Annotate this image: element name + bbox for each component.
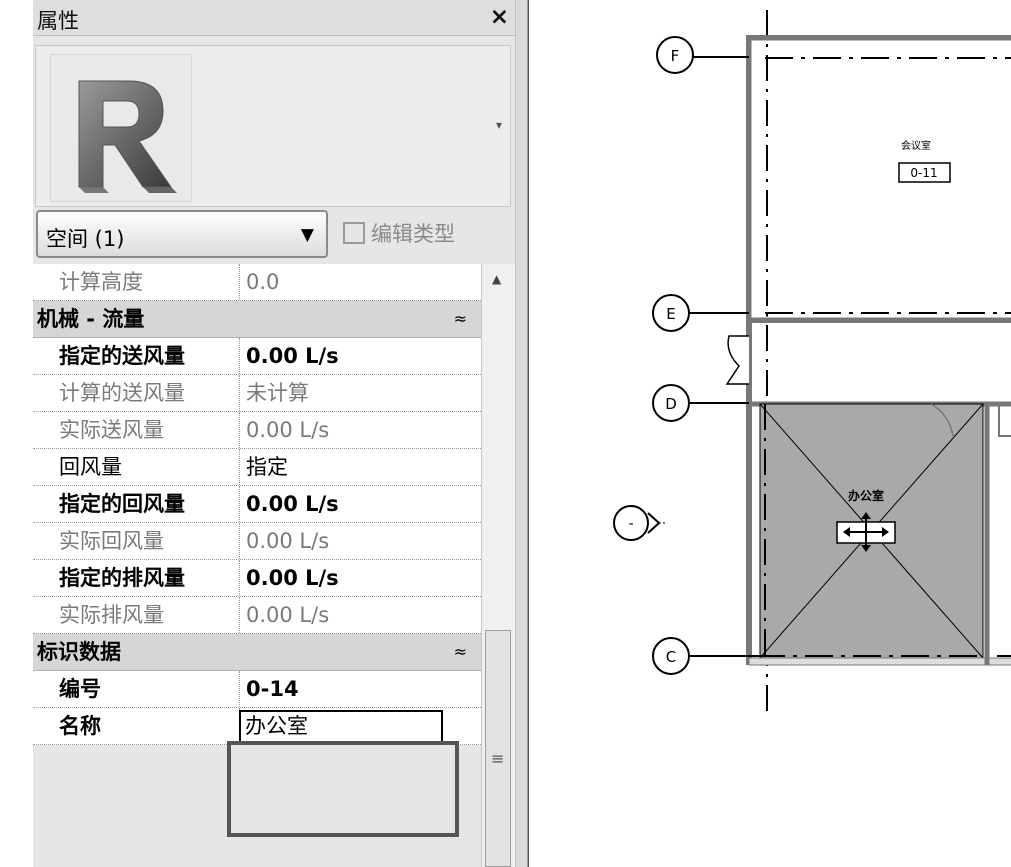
door-symbol	[725, 335, 749, 385]
property-value: 0.00 L/s	[246, 603, 330, 627]
property-name: 指定的送风量	[33, 338, 240, 374]
property-name: 编号	[33, 671, 240, 707]
close-icon[interactable]: ×	[490, 4, 509, 30]
properties-palette: 属性 × ▾ 空间 (1) ▼ 编辑类型 计算高度 0.0 机械 - 流量 ≈ …	[33, 0, 515, 867]
room-top-tag: 0-11	[910, 166, 937, 180]
left-margin	[0, 0, 33, 867]
scrollbar-thumb[interactable]: ≡	[485, 630, 511, 867]
revit-logo-icon	[50, 54, 192, 202]
property-row: 计算高度 0.0	[33, 264, 481, 301]
property-row[interactable]: 指定的排风量 0.00 L/s	[33, 560, 481, 597]
property-name: 回风量	[33, 449, 240, 485]
grid-label-new: -	[628, 516, 633, 532]
scroll-up-icon[interactable]: ▲	[492, 272, 501, 286]
grid-label-C: C	[666, 648, 676, 666]
property-row[interactable]: 指定的送风量 0.00 L/s	[33, 338, 481, 375]
collapse-icon[interactable]: ≈	[454, 634, 467, 670]
property-row: 计算的送风量 未计算	[33, 375, 481, 412]
edit-type-label: 编辑类型	[371, 222, 455, 246]
grid-label-F: F	[671, 47, 680, 65]
grid-label-D: D	[665, 395, 677, 413]
collapse-icon[interactable]: ≈	[454, 301, 467, 337]
property-name: 名称	[33, 708, 240, 744]
property-row: 实际送风量 0.00 L/s	[33, 412, 481, 449]
property-value: 未计算	[246, 381, 309, 405]
property-name: 指定的回风量	[33, 486, 240, 522]
property-value: 0.00 L/s	[246, 418, 330, 442]
property-row[interactable]: 编号 0-14	[33, 671, 481, 708]
property-row[interactable]: 名称 办公室	[33, 708, 481, 745]
drawing-canvas[interactable]: 会议室 0-11 办公室 F E D C -	[528, 0, 1011, 867]
properties-titlebar[interactable]: 属性 ×	[33, 0, 515, 36]
preview-dropdown-icon[interactable]: ▾	[496, 118, 502, 132]
property-row[interactable]: 回风量 指定	[33, 449, 481, 486]
property-row: 实际回风量 0.00 L/s	[33, 523, 481, 560]
group-title: 标识数据	[37, 640, 121, 664]
property-name: 指定的排风量	[33, 560, 240, 596]
property-value: 0.0	[246, 270, 280, 294]
edit-type-button[interactable]: 编辑类型	[343, 218, 455, 248]
floor-plan[interactable]: 会议室 0-11 办公室 F E D C -	[529, 0, 1011, 867]
property-row: 实际排风量 0.00 L/s	[33, 597, 481, 634]
property-name: 实际送风量	[33, 412, 240, 448]
wall-top-room	[746, 35, 1011, 323]
type-preview: ▾	[35, 45, 511, 207]
type-selector-dropdown[interactable]: 空间 (1) ▼	[36, 210, 328, 258]
properties-grid: 计算高度 0.0 机械 - 流量 ≈ 指定的送风量 0.00 L/s 计算的送风…	[33, 264, 481, 745]
property-name: 计算高度	[33, 264, 240, 300]
grid-arrow-icon	[647, 512, 661, 534]
room-office-name: 办公室	[848, 488, 884, 503]
property-name: 实际回风量	[33, 523, 240, 559]
properties-title: 属性	[37, 9, 79, 33]
highlight-box	[227, 741, 459, 837]
type-selector-label: 空间 (1)	[46, 227, 125, 251]
property-value: 0.00 L/s	[246, 529, 330, 553]
property-value[interactable]: 0.00 L/s	[241, 560, 449, 596]
number-field[interactable]: 0-14	[241, 671, 449, 707]
property-row[interactable]: 指定的回风量 0.00 L/s	[33, 486, 481, 523]
grip-icon: ≡	[491, 749, 505, 768]
property-value[interactable]: 0.00 L/s	[241, 338, 449, 374]
group-title: 机械 - 流量	[37, 307, 145, 331]
property-name: 计算的送风量	[33, 375, 240, 411]
group-header-mechanical-flow[interactable]: 机械 - 流量 ≈	[33, 301, 481, 338]
group-header-identity-data[interactable]: 标识数据 ≈	[33, 634, 481, 671]
property-value[interactable]: 指定	[241, 449, 449, 485]
edit-type-icon	[343, 222, 365, 244]
type-selector-row: 空间 (1) ▼ 编辑类型	[33, 208, 515, 264]
vertical-scrollbar[interactable]: ▲ ≡	[481, 264, 515, 867]
grid-label-E: E	[666, 305, 675, 323]
property-name: 实际排风量	[33, 597, 240, 633]
room-top-name: 会议室	[901, 139, 931, 152]
panel-splitter[interactable]	[515, 0, 528, 867]
property-value[interactable]: 0.00 L/s	[241, 486, 449, 522]
chevron-down-icon: ▼	[300, 225, 314, 245]
name-field[interactable]: 办公室	[239, 710, 443, 743]
